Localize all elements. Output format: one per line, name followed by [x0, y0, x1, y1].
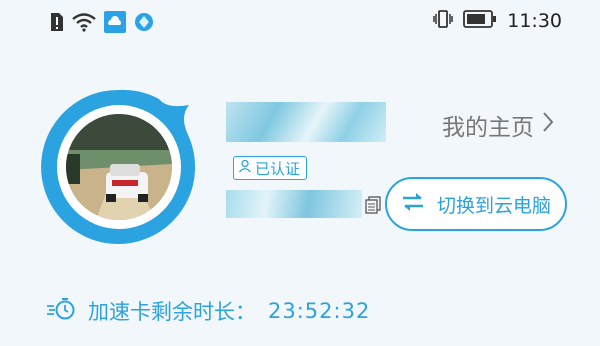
status-bar-left — [50, 11, 154, 37]
username-blurred — [226, 102, 386, 142]
browser-app-icon — [134, 12, 154, 36]
status-bar-right: 11:30 — [433, 9, 562, 33]
sim-alert-icon — [50, 12, 64, 36]
swap-arrows-icon — [401, 192, 425, 217]
verified-label: 已认证 — [255, 159, 301, 178]
status-bar: 11:30 — [0, 0, 600, 42]
copy-icon[interactable] — [365, 196, 381, 218]
switch-to-cloud-pc-button[interactable]: 切换到云电脑 — [385, 177, 567, 231]
battery-icon — [463, 10, 497, 32]
stopwatch-icon — [46, 297, 76, 326]
my-homepage-link[interactable]: 我的主页 — [442, 108, 554, 142]
vibrate-icon — [433, 9, 453, 33]
avatar[interactable] — [41, 89, 196, 244]
verified-badge: 已认证 — [233, 156, 308, 180]
accelerator-card-row: 加速卡剩余时长： 23:52:32 — [46, 296, 370, 326]
accelerator-label: 加速卡剩余时长： — [88, 300, 256, 324]
racing-game-avatar-icon — [66, 114, 172, 220]
user-id-blurred — [226, 190, 362, 218]
clock: 11:30 — [507, 10, 562, 32]
accelerator-time-remaining: 23:52:32 — [268, 299, 371, 323]
chevron-right-icon — [542, 111, 554, 139]
cloud-app-icon — [104, 11, 126, 37]
person-icon — [238, 159, 252, 177]
homepage-label: 我的主页 — [442, 115, 534, 141]
wifi-icon — [72, 12, 96, 36]
switch-button-label: 切换到云电脑 — [436, 194, 551, 217]
